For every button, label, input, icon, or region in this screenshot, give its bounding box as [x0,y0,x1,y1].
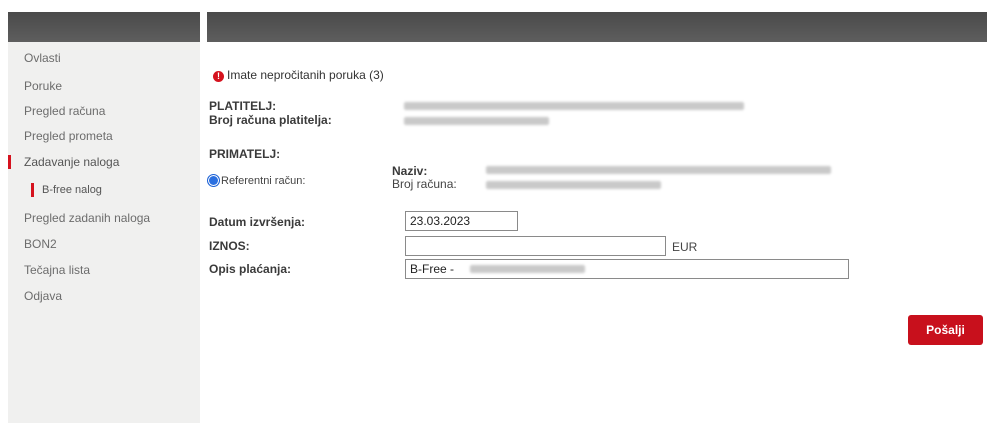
sidebar-item-pregled-racuna[interactable]: Pregled računa [24,104,105,118]
active-section-marker [8,155,11,169]
sidebar-item-bon2[interactable]: BON2 [24,237,57,251]
sidebar-item-b-free-nalog[interactable]: B-free nalog [42,184,102,196]
execution-date-field[interactable] [405,211,518,231]
sidebar-item-pregled-prometa[interactable]: Pregled prometa [24,129,113,143]
sidebar-item-zadavanje-naloga[interactable]: Zadavanje naloga [24,155,119,169]
active-subitem-marker [31,183,34,197]
send-button[interactable]: Pošalji [908,315,983,345]
payer-name-redacted [404,102,744,110]
unread-messages-notice[interactable]: ! Imate nepročitanih poruka (3) [213,68,384,82]
payer-label: PLATITELJ: [209,99,277,113]
reference-account-label: Referentni račun: [221,175,306,187]
sidebar-header-bar [8,12,200,42]
recipient-label: PRIMATELJ: [209,147,281,161]
recipient-name-label: Naziv: [392,164,428,178]
amount-field[interactable] [405,236,666,256]
radio-selected-dot [209,176,218,185]
sidebar-item-poruke[interactable]: Poruke [24,79,62,93]
recipient-account-label: Broj računa: [392,177,457,191]
payment-description-label: Opis plaćanja: [209,262,292,276]
main-content [207,42,987,423]
sidebar-item-tecajna-lista[interactable]: Tečajna lista [24,263,90,277]
amount-label: IZNOS: [209,239,250,253]
recipient-account-redacted [486,181,661,189]
sidebar [8,42,200,423]
execution-date-label: Datum izvršenja: [209,215,306,229]
payment-description-redacted [470,265,585,273]
currency-label: EUR [672,240,698,254]
sidebar-item-ovlasti[interactable]: Ovlasti [24,51,61,65]
sidebar-item-pregled-zadanih-naloga[interactable]: Pregled zadanih naloga [24,211,150,225]
payer-account-label: Broj računa platitelja: [209,113,332,127]
sidebar-item-odjava[interactable]: Odjava [24,289,62,303]
unread-messages-text: Imate nepročitanih poruka (3) [227,68,384,82]
payer-account-redacted [404,117,549,125]
recipient-name-redacted [486,166,831,174]
main-header-bar [207,12,987,42]
alert-icon: ! [213,71,224,82]
